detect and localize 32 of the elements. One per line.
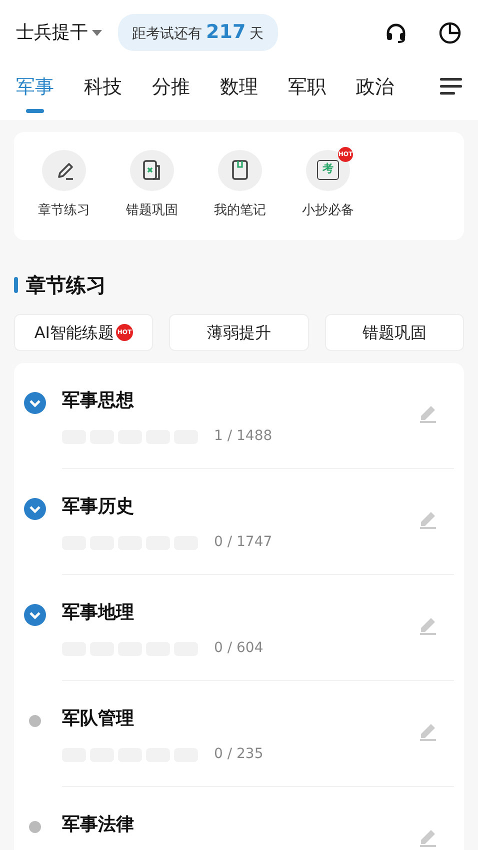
exam-card-icon: 考 (317, 160, 339, 180)
exam-type-dropdown[interactable]: 士兵提干 (16, 19, 102, 46)
countdown-unit: 天 (250, 25, 264, 44)
section-title: 章节练习 (26, 272, 106, 299)
shortcut-button[interactable]: 章节练习 (20, 150, 108, 220)
question-count: 1 / 1488 (214, 427, 272, 446)
chapter-title[interactable]: 军事历史 (62, 493, 454, 520)
question-count: 0 / 604 (214, 639, 264, 658)
chevron-down-icon[interactable] (24, 498, 46, 520)
section-marker (14, 277, 18, 293)
chapter-title[interactable]: 军事思想 (62, 387, 454, 414)
category-tab[interactable]: 政治 (356, 65, 394, 109)
category-tab[interactable]: 科技 (84, 65, 122, 109)
mode-button[interactable]: 薄弱提升 (169, 314, 309, 351)
caret-icon (92, 30, 102, 36)
pie-chart-icon[interactable] (438, 20, 462, 44)
chapter-title[interactable]: 军事地理 (62, 599, 454, 626)
category-tab[interactable]: 分推 (152, 65, 190, 109)
chevron-down-icon[interactable] (24, 392, 46, 414)
menu-icon[interactable] (440, 77, 462, 95)
mode-button[interactable]: 错题巩固 (324, 314, 464, 351)
chapter-title[interactable]: 军事法律 (62, 811, 454, 838)
category-tab[interactable]: 军职 (288, 65, 326, 109)
shortcut-button[interactable]: 我的笔记 (196, 150, 284, 220)
category-tab[interactable]: 数理 (220, 65, 258, 109)
chapter-title[interactable]: 军队管理 (62, 705, 454, 732)
shortcut-button[interactable]: 错题巩固 (108, 150, 196, 220)
chevron-down-icon[interactable] (24, 604, 46, 626)
countdown-days: 217 (206, 18, 246, 47)
question-count: 0 / 235 (214, 745, 264, 764)
question-count: 0 / 1747 (214, 533, 272, 552)
countdown-label: 距考试还有 (132, 25, 202, 44)
